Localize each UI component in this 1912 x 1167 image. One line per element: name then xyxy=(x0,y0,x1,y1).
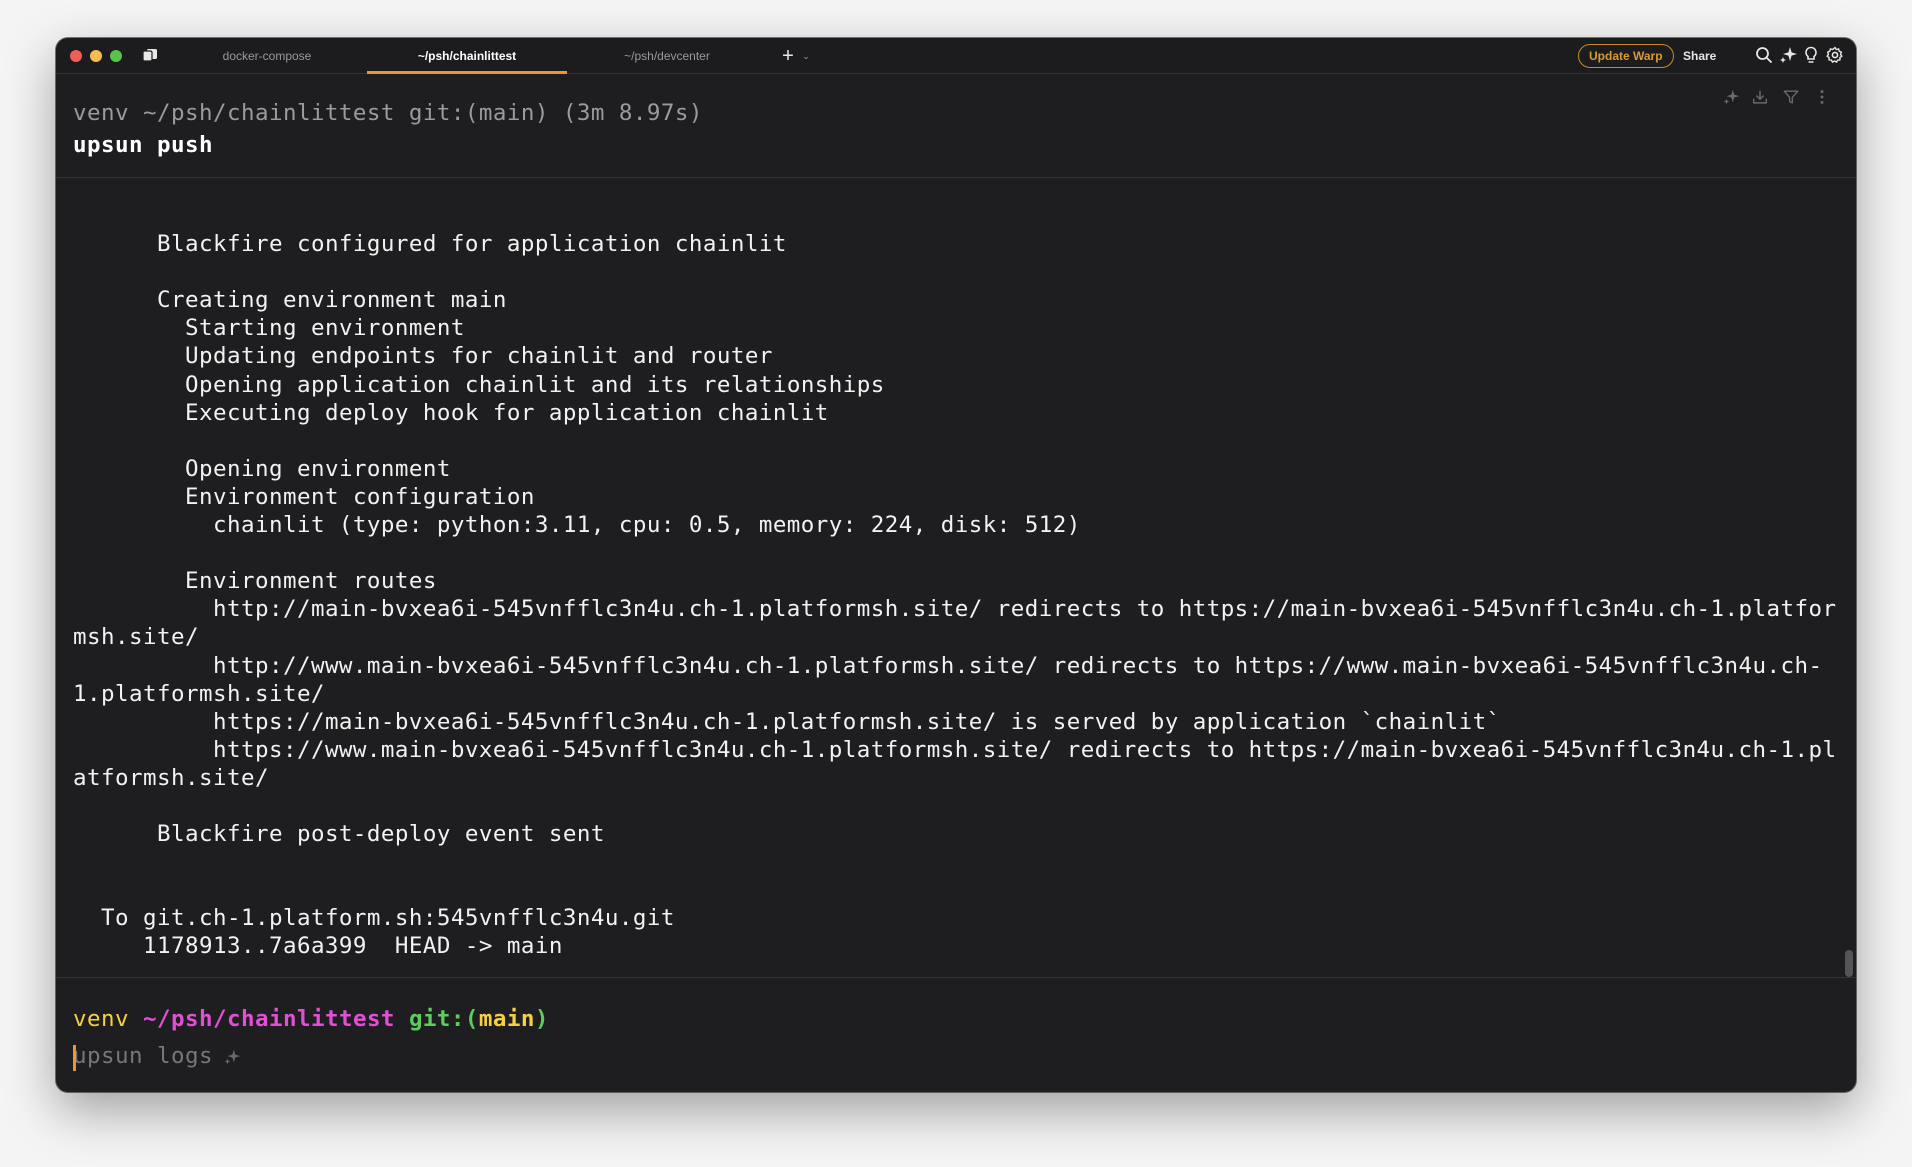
output-line: Blackfire configured for application cha… xyxy=(73,231,787,258)
command-output: Blackfire configured for application cha… xyxy=(73,202,1843,961)
prompt-git-close: ) xyxy=(534,1006,549,1032)
output-line: https://main-bvxea6i-545vnfflc3n4u.ch-1.… xyxy=(73,708,1501,735)
command-suggestion[interactable]: upsun logs xyxy=(73,1043,241,1069)
output-line: https://www.main-bvxea6i-545vnfflc3n4u.c… xyxy=(73,736,1837,791)
output-line: To git.ch-1.platform.sh:545vnfflc3n4u.gi… xyxy=(73,905,675,932)
suggestion-text: upsun logs xyxy=(73,1043,213,1069)
terminal-window: docker-compose ~/psh/chainlittest ~/psh/… xyxy=(56,38,1856,1092)
prompt-git-branch: main xyxy=(478,1006,535,1032)
output-line: Environment configuration xyxy=(73,483,535,510)
output-line: Creating environment main xyxy=(73,287,507,314)
output-line: Starting environment xyxy=(73,315,465,342)
output-line: Updating endpoints for chainlit and rout… xyxy=(73,343,773,370)
output-line: Opening application chainlit and its rel… xyxy=(73,371,885,398)
text-cursor xyxy=(73,1045,76,1071)
output-line: Opening environment xyxy=(73,455,451,482)
output-line: http://main-bvxea6i-545vnfflc3n4u.ch-1.p… xyxy=(73,596,1837,651)
block-command: upsun push xyxy=(73,132,213,158)
download-icon[interactable] xyxy=(1751,88,1769,106)
input-divider xyxy=(56,977,1856,978)
ai-suggestion-sparkle-icon xyxy=(223,1048,241,1066)
command-input[interactable]: upsun logs xyxy=(73,1043,1773,1075)
prompt-directory: ~/psh/chainlittest xyxy=(143,1006,395,1032)
ask-ai-sparkle-icon[interactable] xyxy=(1722,88,1740,106)
output-line: Executing deploy hook for application ch… xyxy=(73,399,829,426)
command-block[interactable]: venv ~/psh/chainlittest git:(main) (3m 8… xyxy=(56,38,1856,978)
input-prompt: venv ~/psh/chainlittest git:(main) xyxy=(73,1006,549,1032)
scrollbar-thumb[interactable] xyxy=(1845,950,1853,977)
output-line: 1178913..7a6a399 HEAD -> main xyxy=(73,933,563,960)
block-header-divider xyxy=(56,177,1856,178)
output-line: http://www.main-bvxea6i-545vnfflc3n4u.ch… xyxy=(73,652,1823,707)
more-options-icon[interactable] xyxy=(1813,88,1831,106)
output-line: Environment routes xyxy=(73,568,437,595)
prompt-git-label: git:( xyxy=(408,1006,479,1032)
block-prompt: venv ~/psh/chainlittest git:(main) (3m 8… xyxy=(73,100,703,126)
output-line: Blackfire post-deploy event sent xyxy=(73,821,605,848)
filter-icon[interactable] xyxy=(1782,88,1800,106)
output-line: chainlit (type: python:3.11, cpu: 0.5, m… xyxy=(73,512,1081,539)
prompt-venv: venv xyxy=(73,1006,129,1032)
